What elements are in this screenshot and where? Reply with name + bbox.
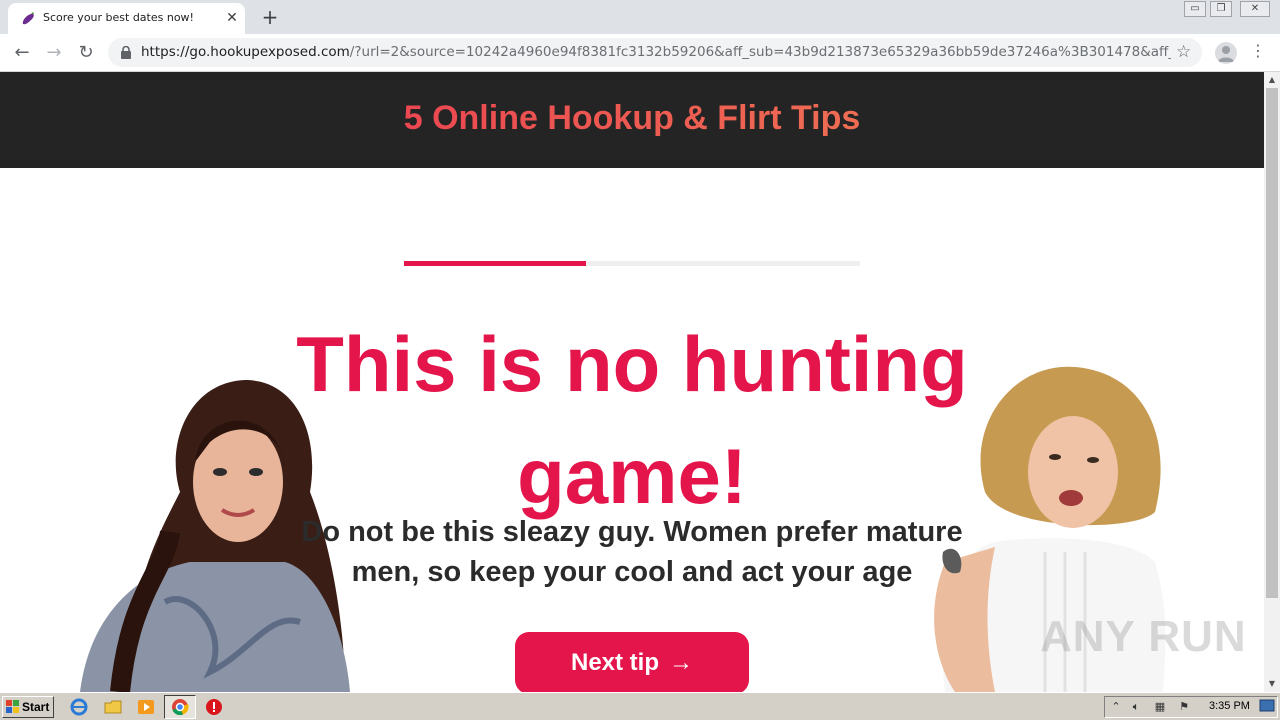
internet-explorer-icon[interactable]: [70, 698, 88, 716]
minimize-button[interactable]: ▭: [1184, 1, 1206, 17]
start-button[interactable]: Start: [2, 696, 54, 718]
address-bar[interactable]: https://go.hookupexposed.com/?url=2&sour…: [108, 38, 1202, 67]
restore-button[interactable]: ❐: [1210, 1, 1232, 17]
browser-menu-icon[interactable]: ⋮: [1250, 41, 1266, 60]
start-label: Start: [22, 700, 50, 714]
anyrun-watermark: ANY RUN: [1040, 612, 1247, 661]
volume-icon[interactable]: 🔈︎: [1129, 700, 1143, 714]
arrow-right-icon: →: [669, 649, 693, 676]
site-title: 5 Online Hookup & Flirt Tips: [0, 99, 1264, 138]
network-icon[interactable]: ▦: [1153, 700, 1167, 714]
tray-expand-icon[interactable]: ⌃: [1109, 700, 1123, 714]
page-viewport: 5 Online Hookup & Flirt Tips This is no …: [0, 72, 1264, 692]
eggplant-icon: [22, 12, 34, 25]
next-tip-label: Next tip: [570, 649, 659, 676]
new-tab-button[interactable]: +: [258, 5, 282, 29]
scroll-up-icon[interactable]: ▲: [1264, 72, 1280, 88]
folder-icon[interactable]: [104, 698, 122, 716]
back-button[interactable]: ←: [9, 40, 35, 66]
windows-taskbar: Start ⌃ 🔈︎ ▦ ⚑ 3:35 PM: [0, 692, 1280, 720]
headline-line-1: This is no hunting: [296, 320, 968, 408]
tab-strip: Score your best dates now! ✕ + ▭ ❐ ✕: [0, 0, 1280, 34]
url-path: /?url=2&source=10242a4960e94f8381fc3132b…: [349, 44, 1171, 60]
stop-sign-icon[interactable]: [205, 698, 223, 716]
forward-button[interactable]: →: [41, 40, 67, 66]
next-tip-button[interactable]: Next tip →: [515, 632, 749, 692]
action-center-flag-icon[interactable]: ⚑: [1177, 700, 1191, 714]
person-icon: [1218, 46, 1234, 62]
site-header: 5 Online Hookup & Flirt Tips: [0, 72, 1264, 168]
taskbar-chrome-active[interactable]: [164, 695, 196, 719]
bookmark-star-icon[interactable]: ☆: [1176, 42, 1191, 62]
tab-title: Score your best dates now!: [43, 11, 194, 24]
url-host: https://go.hookupexposed.com: [141, 44, 350, 60]
tip-description: Do not be this sleazy guy. Women prefer …: [252, 512, 1012, 592]
browser-toolbar: ← → ↻ https://go.hookupexposed.com/?url=…: [0, 34, 1280, 72]
clock: 3:35 PM: [1209, 700, 1250, 712]
url-text[interactable]: https://go.hookupexposed.com/?url=2&sour…: [141, 44, 1171, 60]
chrome-icon: [172, 699, 189, 716]
windows-logo-icon: [6, 700, 19, 713]
profile-avatar-icon[interactable]: [1215, 42, 1237, 64]
tab-close-icon[interactable]: ✕: [222, 8, 242, 28]
scroll-thumb[interactable]: [1266, 88, 1278, 598]
lock-icon: [121, 46, 131, 59]
browser-tab[interactable]: Score your best dates now! ✕: [8, 3, 245, 34]
show-desktop-icon[interactable]: [1259, 699, 1275, 713]
tip-headline: This is no hunting game!: [232, 308, 1032, 532]
system-tray: ⌃ 🔈︎ ▦ ⚑ 3:35 PM: [1104, 696, 1278, 718]
description-line-2: men, so keep your cool and act your age: [351, 556, 913, 588]
progress-bar: [404, 261, 860, 266]
media-player-icon[interactable]: [137, 698, 155, 716]
description-line-1: Do not be this sleazy guy. Women prefer …: [301, 516, 963, 548]
close-window-button[interactable]: ✕: [1240, 1, 1270, 17]
reload-button[interactable]: ↻: [73, 40, 99, 66]
page-scrollbar[interactable]: ▲ ▼: [1264, 72, 1280, 692]
scroll-down-icon[interactable]: ▼: [1264, 676, 1280, 692]
progress-fill: [404, 261, 587, 266]
